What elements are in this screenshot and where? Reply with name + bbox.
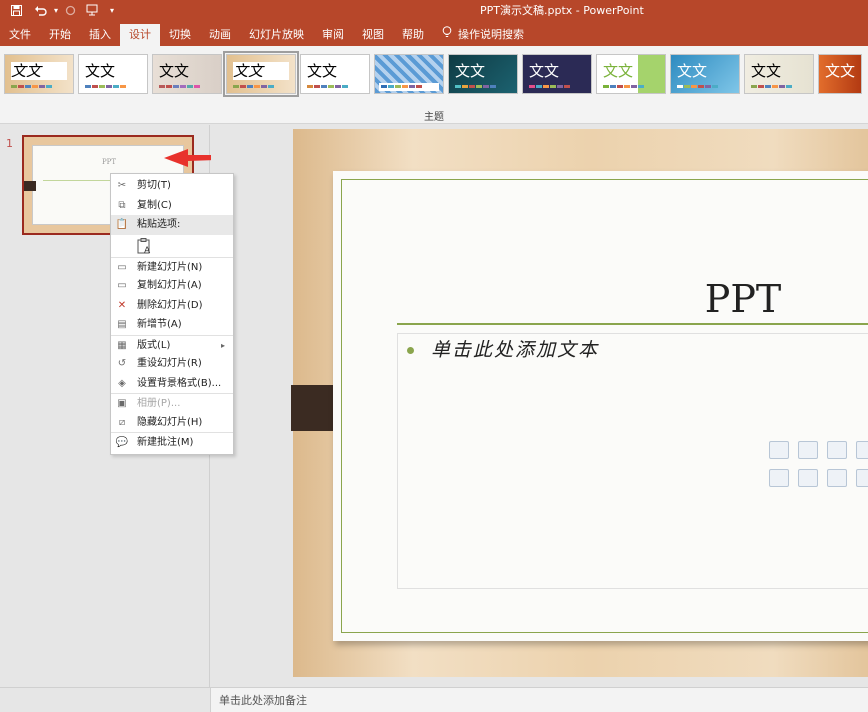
delete-slide-icon: ✕ [117,299,127,311]
scissors-icon: ✂ [117,180,127,192]
slide-paper: PPT 单击此处添加文本 [333,171,868,641]
insert-icons-icon[interactable] [856,469,868,487]
menu-duplicate-slide[interactable]: ▭ 复制幻灯片(A) [111,276,233,296]
tab-help[interactable]: 帮助 [393,24,433,46]
duplicate-slide-icon: ▭ [117,280,127,292]
theme-10[interactable]: 文文 [670,54,740,94]
insert-picture-icon[interactable] [769,469,789,487]
theme-4-selected[interactable]: 文文 [223,51,299,97]
content-placeholder-text[interactable]: 单击此处添加文本 [431,335,599,362]
menu-delete-slide[interactable]: ✕ 删除幻灯片(D) [111,296,233,316]
format-background-icon: ◈ [118,377,126,389]
new-slide-icon: ▭ [117,261,127,273]
menu-copy[interactable]: ⧉ 复制(C) [111,196,233,216]
slide-canvas: PPT 单击此处添加文本 [291,129,868,677]
window-title: PPT演示文稿.pptx - PowerPoint [480,4,644,17]
menu-paste-options: 📋 粘贴选项: [111,215,233,235]
insert-video-icon[interactable] [827,469,847,487]
hide-slide-icon: ⧄ [118,416,126,428]
new-comment-icon: 💬 [115,437,129,449]
theme-6[interactable] [374,54,444,94]
slide-title[interactable]: PPT [333,277,868,321]
insert-chart-icon[interactable] [798,441,818,459]
submenu-arrow-icon: ▸ [220,340,225,350]
paste-keep-text-icon[interactable]: A [137,237,153,256]
insert-table-icon[interactable] [769,441,789,459]
bullet-dot [407,347,414,354]
notes-bar-left [0,687,211,712]
tab-slideshow[interactable]: 幻灯片放映 [240,24,313,46]
theme-11[interactable]: 文文 [744,54,814,94]
context-menu: ✂ 剪切(T) ⧉ 复制(C) 📋 粘贴选项: A ▭ 新建幻灯片(N) ▭ 复… [110,173,234,455]
ribbon-design: 文文 文文 文文 文文 文文 文文 文文 文文 文文 文文 文文 主题 [0,46,868,124]
tab-view[interactable]: 视图 [353,24,393,46]
ribbon-tabs: 文件 开始 插入 设计 切换 动画 幻灯片放映 审阅 视图 帮助 操作说明搜索 [0,24,533,46]
tab-animations[interactable]: 动画 [200,24,240,46]
notes-placeholder: 单击此处添加备注 [219,694,307,707]
ribbon-group-label: 主题 [424,112,444,123]
reset-slide-icon: ↺ [117,358,127,370]
insert-content-icons [769,441,868,487]
paste-icon: 📋 [115,219,129,231]
theme-8[interactable]: 文文 [522,54,592,94]
tell-me-search[interactable]: 操作说明搜索 [433,24,533,46]
slide-edit-area: PPT 单击此处添加文本 [211,125,868,687]
menu-add-section[interactable]: ▤ 新增节(A) [111,315,233,335]
theme-9[interactable]: 文文 [596,54,666,94]
tell-me-label: 操作说明搜索 [458,28,524,41]
notes-pane[interactable]: 单击此处添加备注 [211,687,868,712]
title-divider [397,323,868,325]
menu-new-slide[interactable]: ▭ 新建幻灯片(N) [111,256,233,277]
tab-insert[interactable]: 插入 [80,24,120,46]
photo-album-icon: ▣ [117,398,127,410]
menu-reset-slide[interactable]: ↺ 重设幻灯片(R) [111,354,233,374]
slide-number: 1 [6,137,13,150]
menu-layout[interactable]: ▦ 版式(L) ▸ [111,334,233,355]
add-section-icon: ▤ [117,319,127,331]
tab-design[interactable]: 设计 [120,24,160,46]
theme-gallery: 文文 文文 文文 文文 文文 文文 文文 文文 文文 文文 文文 [4,51,862,97]
theme-7[interactable]: 文文 [448,54,518,94]
tab-review[interactable]: 审阅 [313,24,353,46]
menu-hide-slide[interactable]: ⧄ 隐藏幻灯片(H) [111,413,233,433]
tab-transitions[interactable]: 切换 [160,24,200,46]
lightbulb-icon [442,24,452,46]
svg-text:A: A [144,246,151,255]
copy-icon: ⧉ [118,199,126,211]
theme-1[interactable]: 文文 [4,54,74,94]
theme-12[interactable]: 文文 [818,54,862,94]
layout-icon: ▦ [117,339,127,351]
insert-3d-model-icon[interactable] [856,441,868,459]
tab-file[interactable]: 文件 [0,24,40,46]
theme-5[interactable]: 文文 [300,54,370,94]
paste-options-row: A [111,235,233,257]
thumbnail-tab-decoration [24,181,36,191]
insert-smartart-icon[interactable] [827,441,847,459]
menu-photo-album[interactable]: ▣ 相册(P)... [111,393,233,413]
insert-online-picture-icon[interactable] [798,469,818,487]
menu-cut[interactable]: ✂ 剪切(T) [111,176,233,196]
title-bar: ▾ ▾ PPT演示文稿.pptx - PowerPoint 文件 开始 插入 设… [0,0,868,46]
menu-format-background[interactable]: ◈ 设置背景格式(B)... [111,374,233,394]
theme-3[interactable]: 文文 [152,54,222,94]
menu-new-comment[interactable]: 💬 新建批注(M) [111,432,233,452]
tab-home[interactable]: 开始 [40,24,80,46]
theme-2[interactable]: 文文 [78,54,148,94]
